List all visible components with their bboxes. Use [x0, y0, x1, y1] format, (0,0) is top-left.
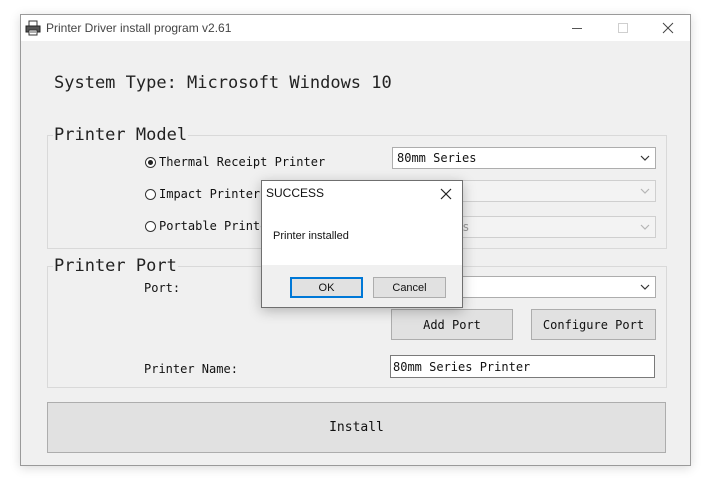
system-type-label: System Type: Microsoft Windows 10 — [54, 73, 392, 93]
port-label: Port: — [144, 281, 181, 295]
radio-portable-printer[interactable]: Portable Printer — [145, 219, 275, 233]
printer-name-label: Printer Name: — [144, 362, 238, 376]
close-icon — [440, 188, 452, 200]
dialog-message: Printer installed — [273, 230, 349, 242]
thermal-model-select[interactable]: 80mm Series — [392, 147, 656, 169]
configure-port-button[interactable]: Configure Port — [531, 309, 656, 340]
dialog-footer: OK Cancel — [262, 265, 462, 307]
success-dialog: SUCCESS Printer installed OK Cancel — [261, 180, 463, 308]
dialog-title: SUCCESS — [266, 186, 325, 200]
radio-label: Thermal Receipt Printer — [159, 155, 326, 169]
maximize-button[interactable] — [600, 15, 646, 41]
radio-label: Portable Printer — [159, 219, 275, 233]
radio-button[interactable] — [145, 220, 156, 232]
cancel-button[interactable]: Cancel — [373, 277, 446, 298]
minimize-button[interactable] — [554, 15, 600, 41]
minimize-icon — [571, 27, 582, 29]
printer-model-title: Printer Model — [53, 125, 189, 145]
radio-thermal-receipt[interactable]: Thermal Receipt Printer — [145, 155, 325, 169]
printer-port-title: Printer Port — [53, 256, 178, 276]
install-button[interactable]: Install — [47, 402, 666, 453]
radio-label: Impact Printer — [159, 187, 261, 201]
radio-impact-printer[interactable]: Impact Printer — [145, 187, 260, 201]
radio-button-checked[interactable] — [145, 156, 156, 168]
ok-button[interactable]: OK — [290, 277, 363, 298]
radio-button[interactable] — [145, 188, 156, 200]
maximize-icon — [617, 22, 628, 33]
chevron-down-icon — [640, 188, 650, 194]
dialog-close-button[interactable] — [434, 184, 458, 204]
close-icon — [662, 22, 674, 34]
add-port-button[interactable]: Add Port — [391, 309, 513, 340]
chevron-down-icon — [640, 155, 650, 161]
printer-icon — [25, 20, 41, 36]
window-title: Printer Driver install program v2.61 — [46, 21, 232, 35]
select-value: 80mm Series — [397, 151, 477, 165]
close-button[interactable] — [645, 15, 691, 41]
printer-name-input[interactable]: 80mm Series Printer — [390, 355, 655, 378]
chevron-down-icon — [640, 224, 650, 230]
chevron-down-icon — [640, 284, 650, 290]
title-bar[interactable]: Printer Driver install program v2.61 — [21, 15, 690, 41]
